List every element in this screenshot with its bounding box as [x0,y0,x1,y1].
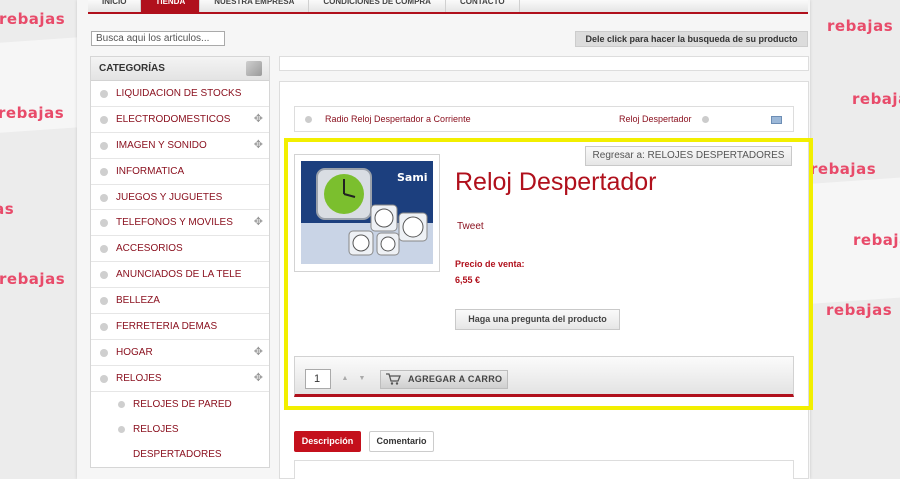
search-button[interactable]: Dele click para hacer la busqueda de su … [575,31,808,47]
back-to-category-button[interactable]: Regresar a: RELOJES DESPERTADORES [585,146,792,166]
nav-tab[interactable]: INICIO [88,0,142,12]
subcategory-item[interactable]: RELOJES DE PARED [91,392,269,417]
category-label: HOGAR [116,346,153,358]
category-list: LIQUIDACION DE STOCKS ELECTRODOMESTICOS ✥ I… [91,81,269,467]
tab-description[interactable]: Descripción [294,431,361,452]
category-label: ANUNCIADOS DE LA TELE [116,269,242,281]
category-label: LIQUIDACION DE STOCKS [116,88,242,99]
category-label: BELLEZA [116,295,160,307]
sidebar-title: CATEGORÍAS [99,63,165,74]
subcategory-item[interactable]: DESPERTADORES [91,442,269,467]
category-item[interactable]: TELEFONOS Y MOVILES ✥ [91,210,269,237]
next-arrow-icon[interactable] [702,116,709,123]
product-photo-graphic: Sami [301,161,433,264]
bullet-icon [100,219,108,228]
category-item[interactable]: FERRETERIA DEMAS [91,314,269,340]
category-sidebar: CATEGORÍAS LIQUIDACION DE STOCKS ELECTROD… [90,56,270,468]
add-to-cart-bar [294,356,794,397]
category-label: INFORMATICA [116,165,185,177]
bullet-icon [100,167,108,176]
category-label: ELECTRODOMESTICOS [116,113,231,125]
product-image: Sami [301,161,433,264]
tab-comments[interactable]: Comentario [369,431,434,452]
prev-arrow-icon[interactable] [305,116,312,123]
email-icon[interactable] [771,116,782,124]
bullet-icon [100,271,108,280]
cart-icon [386,373,401,385]
bg-promo-text: rebajas [827,17,894,35]
subcategory-item[interactable]: RELOJES [91,417,269,442]
bg-promo-text: rebajas [810,160,877,178]
expand-icon[interactable]: ✥ [254,210,263,235]
category-item[interactable]: IMAGEN Y SONIDO ✥ [91,133,269,159]
ask-question-button[interactable]: Haga una pregunta del producto [455,309,620,330]
product-image-frame[interactable]: Sami [294,154,440,272]
brand-logo: Sami [397,171,428,184]
category-item[interactable]: BELLEZA [91,288,269,315]
subcategory-label: RELOJES DE PARED [133,398,232,410]
bg-promo-text: rebajas [0,10,66,28]
top-nav: INICIO TIENDA NUESTRA EMPRESA CONDICIONES D… [88,0,808,14]
bullet-icon [100,323,108,332]
sidebar-header: CATEGORÍAS [91,57,269,81]
category-label: JUEGOS Y JUGUETES [116,191,223,203]
category-label: RELOJES [116,372,162,384]
category-item[interactable]: INFORMATICA [91,159,269,185]
quantity-input[interactable]: 1 [305,369,331,389]
bg-promo-text: rebajas [0,200,15,218]
nav-tab[interactable]: CONTACTO [446,0,520,12]
nav-tab[interactable]: TIENDA [141,0,201,12]
subcategory-label: DESPERTADORES [133,448,222,460]
expand-icon[interactable]: ✥ [254,107,263,132]
search-input[interactable]: Busca aqui los articulos... [91,31,225,46]
increment-icon[interactable]: ▲ [340,374,350,384]
category-item[interactable]: RELOJES ✥ [91,366,269,392]
bullet-icon [100,297,108,306]
category-item[interactable]: HOGAR ✥ [91,340,269,366]
category-label: TELEFONOS Y MOVILES [116,217,233,229]
product-title: Reloj Despertador [455,168,657,196]
category-label: IMAGEN Y SONIDO [116,139,207,151]
bg-promo-text: rebajas [826,301,893,319]
main-top-bar [279,56,809,71]
expand-icon[interactable]: ✥ [254,340,263,365]
bg-promo-text: rebajas [852,90,900,108]
category-label: FERRETERIA DEMAS [116,321,218,333]
bg-promo-text: rebajas [0,270,66,288]
category-item[interactable]: LIQUIDACION DE STOCKS [91,81,269,107]
product-navigation: Radio Reloj Despertador a Corriente Relo… [294,106,794,132]
bullet-icon [100,348,108,357]
category-item[interactable]: JUEGOS Y JUGUETES [91,185,269,211]
cube-icon [246,61,262,76]
price-value: 6,55 € [455,275,481,285]
tab-content-box [294,460,794,479]
bullet-icon [100,141,108,150]
expand-icon[interactable]: ✥ [254,366,263,391]
price-label: Precio de venta: [455,259,525,269]
category-item[interactable]: ANUNCIADOS DE LA TELE [91,262,269,289]
bullet-icon [100,193,108,202]
subcategory-label: RELOJES [133,423,179,435]
prev-product-link[interactable]: Radio Reloj Despertador a Corriente [325,107,471,132]
bg-promo-text: rebajas [0,104,65,122]
nav-tab[interactable]: NUESTRA EMPRESA [200,0,310,12]
bullet-icon [100,245,108,254]
bullet-icon [118,425,125,433]
bullet-icon [100,115,108,124]
category-item[interactable]: ACCESORIOS [91,236,269,263]
category-label: ACCESORIOS [116,243,183,255]
bullet-icon [100,90,108,98]
expand-icon[interactable]: ✥ [254,133,263,158]
decrement-icon[interactable]: ▼ [357,374,367,384]
bullet-icon [118,400,125,408]
bullet-icon [100,374,108,383]
category-item[interactable]: ELECTRODOMESTICOS ✥ [91,107,269,133]
nav-tab[interactable]: CONDICIONES DE COMPRA [309,0,446,12]
next-product-link[interactable]: Reloj Despertador [619,107,692,132]
bg-promo-text: rebajas [853,231,900,249]
tweet-link[interactable]: Tweet [457,221,484,232]
